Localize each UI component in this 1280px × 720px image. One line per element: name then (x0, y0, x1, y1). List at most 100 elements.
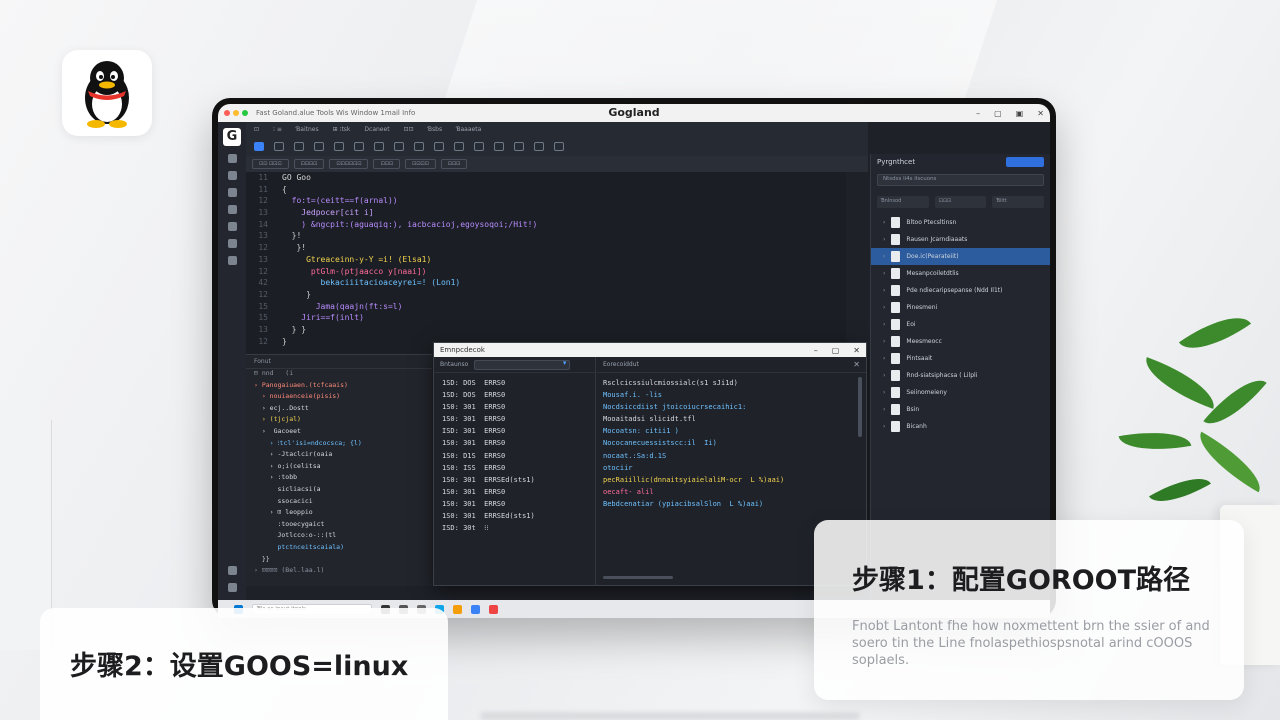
code-line[interactable]: fo:t=(ceitt==f(arnal)) (282, 195, 537, 207)
table-row[interactable]: 1S0: 301 ERRS0 (434, 413, 595, 425)
menu-item[interactable]: ⁝ ≡ (273, 126, 282, 133)
editor-tab[interactable]: ⊡⊡⊡⊡ (405, 159, 436, 169)
code-line[interactable]: { (282, 184, 537, 196)
build-icon[interactable] (414, 141, 424, 151)
menu-item[interactable]: Ɓaitnes (296, 126, 319, 133)
copy-icon[interactable] (354, 141, 364, 151)
table-row[interactable]: 1SD: DOS ERRS0 (434, 377, 595, 389)
table-row[interactable]: ISD: 301 ERRS0 (434, 425, 595, 437)
files-icon[interactable] (227, 188, 237, 197)
vertical-scrollbar[interactable] (858, 377, 862, 437)
structure-tree[interactable]: ⊟ nnd (i › Panogaiuaen.(tcfcaais) › nouia… (246, 369, 432, 578)
table-row[interactable]: 1S0: 301 ERRS0 (434, 498, 595, 510)
tree-item[interactable]: ⊟ nnd (i (246, 369, 432, 381)
project-tree-item[interactable]: › Eoi (871, 316, 1050, 333)
code-line[interactable]: Gtreaceinn-y-Y =i! (Elsa1) (282, 254, 537, 266)
project-tree-item[interactable]: › Pintsaait (871, 350, 1050, 367)
dialog-dropdown[interactable] (474, 359, 571, 370)
editor-tab[interactable]: ⊡⊡⊡ (440, 159, 468, 169)
project-search-input[interactable]: Ntsdss li4s ilscuons (877, 174, 1044, 186)
settings-icon[interactable] (227, 205, 237, 214)
open-icon[interactable] (274, 141, 284, 151)
menu-item[interactable]: Ɓsbs (428, 126, 442, 133)
project-tree-item[interactable]: › Bsin (871, 401, 1050, 418)
code-area[interactable]: GO Goo{ fo:t=(ceitt==f(arnal)) Jedpocer[… (282, 172, 537, 347)
code-line[interactable]: Jedpocer[cit i] (282, 207, 537, 219)
code-line[interactable]: Jama(qaajn(ft:s=l) (282, 301, 537, 313)
editor-tab[interactable]: ⊡⊡⊡ (373, 159, 401, 169)
table-row[interactable]: 1S0: 301 ERRS0 (434, 437, 595, 449)
save-toolbar-icon[interactable] (294, 141, 304, 151)
redo-icon[interactable] (334, 141, 344, 151)
terminal-icon[interactable] (227, 583, 237, 592)
project-tab[interactable]: ⊡⊡⊡ (934, 196, 987, 208)
pane-close-icon[interactable]: ✕ (853, 360, 860, 369)
tree-item[interactable]: › Panogaiuaen.(tcfcaais) (246, 381, 432, 393)
tree-item[interactable]: }} (246, 555, 432, 567)
project-tree-item[interactable]: › Doe.ic(Pearateiit) (871, 248, 1050, 265)
find-icon[interactable] (394, 141, 404, 151)
tree-item[interactable]: › ⊡ leoppio (246, 508, 432, 520)
explorer-icon[interactable] (453, 604, 462, 614)
project-tree-item[interactable]: › Seiinomeieny (871, 384, 1050, 401)
tree-item[interactable]: › :tobb (246, 473, 432, 485)
tree-item[interactable]: › ⊡⊡⊡⊡ (Bel.laa.l) (246, 566, 432, 578)
table-row[interactable]: 1S0: 301 ERRSEd(sts1) (434, 510, 595, 522)
minimize-icon[interactable]: – (976, 109, 980, 118)
tree-item[interactable]: ptctnceitscaiala) (246, 543, 432, 555)
close-dot[interactable] (224, 110, 230, 116)
tree-item[interactable]: Jotlcco:o-::(tl (246, 531, 432, 543)
layout-icon[interactable] (514, 141, 524, 151)
tree-item[interactable]: sicliacsi(a (246, 485, 432, 497)
home-icon[interactable] (227, 154, 237, 163)
undo-icon[interactable] (314, 141, 324, 151)
editor-tab[interactable]: ⊡⊡ ⊡⊡⊡ (252, 159, 289, 169)
table-row[interactable]: 1SD: DOS ERRS0 (434, 389, 595, 401)
table-row[interactable]: ISD: 30t ⁝⁝ (434, 522, 595, 534)
tree-item[interactable]: :tooecygaict (246, 520, 432, 532)
top-menu[interactable]: Fast Goland.alue Tools Wis Window 1mail … (256, 109, 415, 117)
run-icon[interactable] (254, 141, 264, 151)
phone-icon[interactable] (227, 222, 237, 231)
tree-item[interactable]: › -Jtaclcir(oaia (246, 450, 432, 462)
more-icon[interactable] (554, 141, 564, 151)
table-row[interactable]: 1S0: ISS ERRS0 (434, 462, 595, 474)
editor-tab[interactable]: ⊡⊡⊡⊡⊡⊡ (329, 159, 369, 169)
dialog-maximize-icon[interactable]: ▢ (832, 346, 840, 355)
horizontal-scrollbar[interactable] (603, 576, 673, 579)
editor-tab[interactable]: ⊡⊡⊡⊡ (293, 159, 325, 169)
code-line[interactable]: }! (282, 230, 537, 242)
bug-icon[interactable] (227, 566, 237, 575)
debug-icon[interactable] (434, 141, 444, 151)
code-line[interactable]: Jiri==f(inlt) (282, 312, 537, 324)
project-tree-item[interactable]: › Pde ndiecaripsepanse (Ndd Il1t) (871, 282, 1050, 299)
save-icon[interactable] (227, 239, 237, 248)
code-line[interactable]: GO Goo (282, 172, 537, 184)
menu-item[interactable]: ⊡ (254, 126, 259, 133)
code-line[interactable]: bekaciiitacioaceyrei=! (Lon1) (282, 277, 537, 289)
project-tree-item[interactable]: › Rnd-siatsiphacsa ( Lilpli (871, 367, 1050, 384)
terminal-toolbar-icon[interactable] (494, 141, 504, 151)
maximize-dot[interactable] (242, 110, 248, 116)
restore-icon[interactable]: ▢ (994, 109, 1002, 118)
dialog-close-icon[interactable]: ✕ (853, 346, 860, 355)
project-action-button[interactable] (1006, 157, 1044, 167)
code-line[interactable]: } (282, 289, 537, 301)
minimize-dot[interactable] (233, 110, 239, 116)
project-tab[interactable]: Ɓiltt (992, 196, 1045, 208)
table-row[interactable]: 1S0: 301 ERRSEd(sts1) (434, 474, 595, 486)
project-tree-item[interactable]: › Meesmeocc (871, 333, 1050, 350)
code-line[interactable]: ptGlm-(ptjaacco y[naai]) (282, 266, 537, 278)
gear-icon[interactable] (227, 256, 237, 265)
tree-item[interactable]: › ecj..Dostt (246, 404, 432, 416)
vcs-icon[interactable] (474, 141, 484, 151)
project-tree-item[interactable]: › Bltoo Ptecsltinsn (871, 214, 1050, 231)
store-icon[interactable] (471, 604, 480, 614)
code-editor[interactable]: 11 11 12 13 14 13 12 13 12 42 12 15 15 13 12 GO Goo{ f… (246, 172, 846, 354)
chat-icon[interactable] (227, 171, 237, 180)
paste-icon[interactable] (374, 141, 384, 151)
dialog-minimize-icon[interactable]: – (814, 346, 818, 355)
code-line[interactable]: }! (282, 242, 537, 254)
project-tree-item[interactable]: › Mesanpcoiletdtlis (871, 265, 1050, 282)
tree-item[interactable]: › nouiaenceie(pisis) (246, 392, 432, 404)
